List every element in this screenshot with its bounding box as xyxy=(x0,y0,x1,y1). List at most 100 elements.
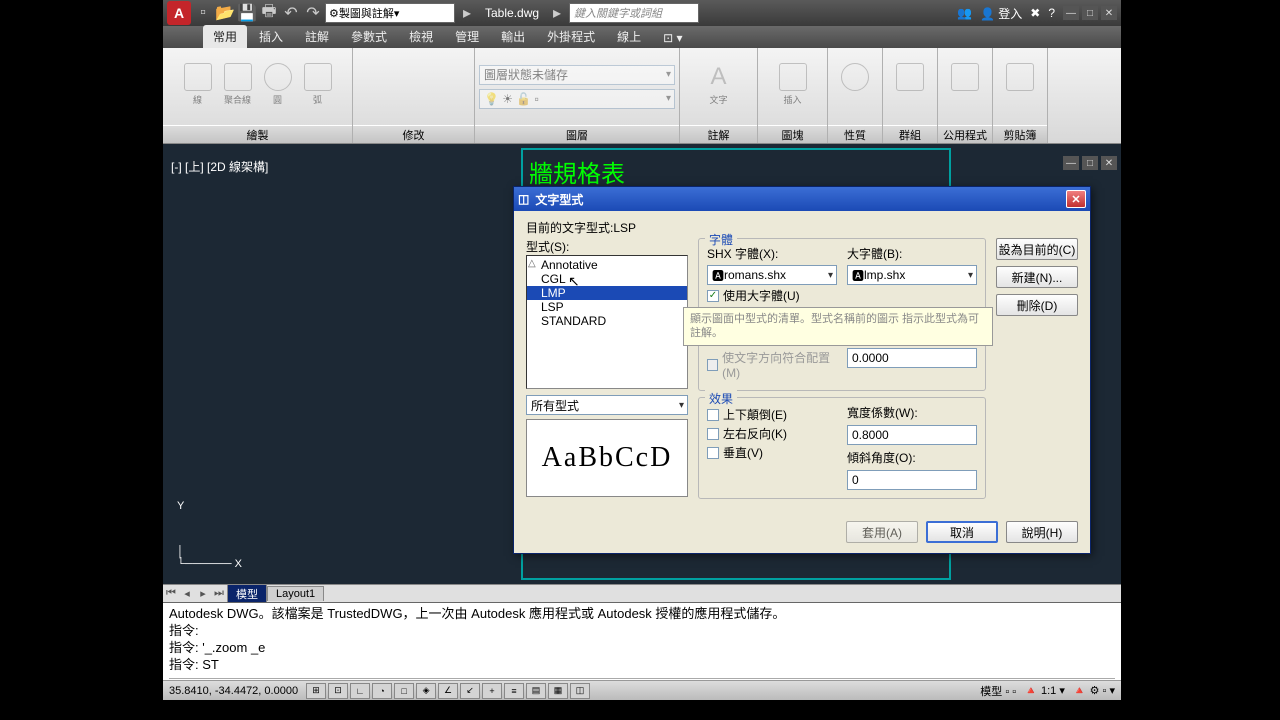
tool-clipboard[interactable] xyxy=(1002,63,1038,111)
workspace-selector[interactable]: ⚙ 製圖與註解 ▾ xyxy=(325,3,455,23)
layer-combo[interactable]: 💡 ☀ 🔓 ▫ xyxy=(479,89,675,109)
width-factor-input[interactable]: 0.8000 xyxy=(847,425,977,445)
toggle-otrack[interactable]: ∠ xyxy=(438,683,458,699)
style-item-lmp[interactable]: LMP xyxy=(527,286,687,300)
panel-util-title[interactable]: 公用程式 xyxy=(938,125,992,143)
tab-parametric[interactable]: 參數式 xyxy=(341,25,397,48)
toggle-3dosnap[interactable]: ◈ xyxy=(416,683,436,699)
tool-utilities[interactable] xyxy=(947,63,983,111)
print-icon[interactable]: 🖶 xyxy=(261,5,277,21)
panel-modify-title[interactable]: 修改 xyxy=(353,125,474,143)
viewport-label[interactable]: [-] [上] [2D 線架構] xyxy=(171,158,268,175)
vertical-checkbox[interactable]: 垂直(V) xyxy=(707,444,837,461)
new-style-button[interactable]: 新建(N)... xyxy=(996,266,1078,288)
tab-manage[interactable]: 管理 xyxy=(445,25,489,48)
toggle-osnap[interactable]: □ xyxy=(394,683,414,699)
layout-last[interactable]: ⏭ xyxy=(211,586,227,602)
panel-draw-title[interactable]: 繪製 xyxy=(163,125,352,143)
set-current-button[interactable]: 設為目前的(C) xyxy=(996,238,1078,260)
dialog-close-button[interactable]: ✕ xyxy=(1066,190,1086,208)
height-input[interactable]: 0.0000 xyxy=(847,348,977,368)
help-button[interactable]: 說明(H) xyxy=(1006,521,1078,543)
toggle-qp[interactable]: ▦ xyxy=(548,683,568,699)
redo-icon[interactable]: ↷ xyxy=(305,5,321,21)
annotation-scale[interactable]: 🔺 1:1 ▾ xyxy=(1024,684,1065,697)
maximize-button[interactable]: □ xyxy=(1082,6,1098,20)
style-listbox[interactable]: Annotative CGL LMP LSP STANDARD xyxy=(526,255,688,389)
tab-online[interactable]: 線上 xyxy=(607,25,651,48)
toggle-ortho[interactable]: ∟ xyxy=(350,683,370,699)
status-extra[interactable]: 🔺 ⚙ ▫ ▾ xyxy=(1073,684,1115,697)
panel-layer-title[interactable]: 圖層 xyxy=(475,125,679,143)
style-filter-combo[interactable]: 所有型式 xyxy=(526,395,688,415)
search-input[interactable]: 鍵入關鍵字或詞組 xyxy=(569,3,699,23)
tab-output[interactable]: 輸出 xyxy=(491,25,535,48)
help-icon[interactable]: ? xyxy=(1048,6,1055,20)
oblique-input[interactable]: 0 xyxy=(847,470,977,490)
child-close[interactable]: ✕ xyxy=(1101,156,1117,170)
toggle-tpy[interactable]: ▤ xyxy=(526,683,546,699)
panel-group-title[interactable]: 群組 xyxy=(883,125,937,143)
use-bigfont-checkbox[interactable]: ✓使用大字體(U) xyxy=(707,287,977,304)
toggle-dyn[interactable]: + xyxy=(482,683,502,699)
tool-text[interactable]: A文字 xyxy=(701,63,737,111)
tool-insert-block[interactable]: 插入 xyxy=(775,63,811,111)
style-item-lsp[interactable]: LSP xyxy=(527,300,687,314)
login-link[interactable]: 👤 登入 xyxy=(980,5,1022,22)
panel-block-title[interactable]: 圖塊 xyxy=(758,125,827,143)
minimize-button[interactable]: — xyxy=(1063,6,1079,20)
tab-expand[interactable]: ⊡ ▾ xyxy=(653,28,692,48)
app-logo[interactable]: A xyxy=(167,1,191,25)
panel-props-title[interactable]: 性質 xyxy=(828,125,882,143)
style-item-standard[interactable]: STANDARD xyxy=(527,314,687,328)
toggle-snap[interactable]: ⊞ xyxy=(306,683,326,699)
shx-font-combo[interactable]: 🅰 romans.shx xyxy=(707,265,837,285)
tab-home[interactable]: 常用 xyxy=(203,25,247,48)
panel-clip-title[interactable]: 剪貼簿 xyxy=(993,125,1047,143)
tool-properties[interactable] xyxy=(837,63,873,111)
tab-addins[interactable]: 外掛程式 xyxy=(537,25,605,48)
dialog-titlebar[interactable]: ◫ 文字型式 ✕ xyxy=(514,187,1090,211)
toggle-lwt[interactable]: ≡ xyxy=(504,683,524,699)
undo-icon[interactable]: ↶ xyxy=(283,5,299,21)
layout-next[interactable]: ▸ xyxy=(195,586,211,602)
doc-search-icon[interactable]: ▸ xyxy=(549,5,565,21)
play-icon[interactable]: ▸ xyxy=(459,5,475,21)
backwards-checkbox[interactable]: 左右反向(K) xyxy=(707,425,837,442)
child-maximize[interactable]: □ xyxy=(1082,156,1098,170)
upside-down-checkbox[interactable]: 上下顛倒(E) xyxy=(707,406,837,423)
child-minimize[interactable]: — xyxy=(1063,156,1079,170)
exchange-apps-icon[interactable]: ✖ xyxy=(1030,6,1040,20)
toggle-ducs[interactable]: ↙ xyxy=(460,683,480,699)
cancel-button[interactable]: 取消 xyxy=(926,521,998,543)
coords-display[interactable]: 35.8410, -34.4472, 0.0000 xyxy=(169,685,298,697)
layout-first[interactable]: ⏮ xyxy=(163,586,179,602)
tool-group[interactable] xyxy=(892,63,928,111)
tool-polyline[interactable]: 聚合線 xyxy=(220,63,256,111)
command-window[interactable]: Autodesk DWG。該檔案是 TrustedDWG，上一次由 Autode… xyxy=(163,602,1121,688)
toggle-grid[interactable]: ⊡ xyxy=(328,683,348,699)
delete-style-button[interactable]: 刪除(D) xyxy=(996,294,1078,316)
layout-prev[interactable]: ◂ xyxy=(179,586,195,602)
bigfont-combo[interactable]: 🅰 lmp.shx xyxy=(847,265,977,285)
layer-state-combo[interactable]: 圖層狀態未儲存 xyxy=(479,65,675,85)
style-item-cgl[interactable]: CGL xyxy=(527,272,687,286)
new-icon[interactable]: ▫ xyxy=(195,5,211,21)
save-icon[interactable]: 💾 xyxy=(239,5,255,21)
style-item-annotative[interactable]: Annotative xyxy=(527,258,687,272)
panel-annot-title[interactable]: 註解 xyxy=(680,125,757,143)
toggle-polar[interactable]: ◔ xyxy=(372,683,392,699)
layout-tab-layout1[interactable]: Layout1 xyxy=(267,586,324,601)
toggle-sc[interactable]: ◫ xyxy=(570,683,590,699)
exchange-icon[interactable]: 👥 xyxy=(957,6,972,20)
layout-tab-model[interactable]: 模型 xyxy=(227,584,267,603)
tab-insert[interactable]: 插入 xyxy=(249,25,293,48)
close-button[interactable]: ✕ xyxy=(1101,6,1117,20)
tool-line[interactable]: 線 xyxy=(180,63,216,111)
tool-arc[interactable]: 弧 xyxy=(300,63,336,111)
tab-view[interactable]: 檢視 xyxy=(399,25,443,48)
model-space-label[interactable]: 模型 ▫ ▫ xyxy=(980,683,1016,699)
tool-circle[interactable]: 圓 xyxy=(260,63,296,111)
tab-annotate[interactable]: 註解 xyxy=(295,25,339,48)
open-icon[interactable]: 📂 xyxy=(217,5,233,21)
